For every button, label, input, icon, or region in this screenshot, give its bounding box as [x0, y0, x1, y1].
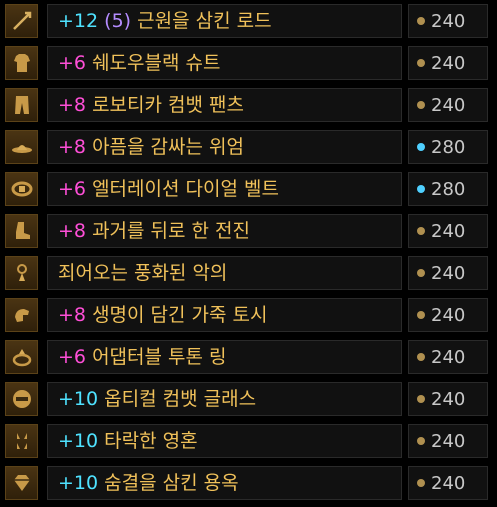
- level-cell: 240: [408, 256, 488, 290]
- earring-icon: [5, 256, 38, 290]
- equipment-row[interactable]: +6 엘터레이션 다이얼 벨트 280: [0, 168, 497, 210]
- item-name-cell[interactable]: +10 타락한 영혼: [47, 424, 402, 458]
- gem-necklace-icon: [5, 466, 38, 500]
- equipment-row[interactable]: +10 옵티컬 컴뱃 글래스 240: [0, 378, 497, 420]
- enhance-level: +6: [58, 346, 87, 368]
- level-dot-icon: [417, 479, 425, 487]
- item-level: 240: [431, 10, 466, 32]
- pants-icon: [5, 88, 38, 122]
- enhance-level: +8: [58, 94, 87, 116]
- enhance-level: +6: [58, 52, 87, 74]
- item-name-cell[interactable]: +8 로보티카 컴뱃 팬츠: [47, 88, 402, 122]
- item-name: 생명이 담긴 가죽 토시: [92, 304, 268, 326]
- item-name-cell[interactable]: +10 옵티컬 컴뱃 글래스: [47, 382, 402, 416]
- item-name-cell[interactable]: +12 (5) 근원을 삼킨 로드: [47, 4, 402, 38]
- slot-count: (5): [104, 10, 132, 32]
- item-name: 과거를 뒤로 한 전진: [92, 220, 251, 242]
- level-cell: 280: [408, 130, 488, 164]
- gloves-icon: [5, 298, 38, 332]
- soul-icon: [5, 424, 38, 458]
- item-level: 240: [431, 430, 466, 452]
- enhance-level: +8: [58, 220, 87, 242]
- level-dot-icon: [417, 311, 425, 319]
- equipment-row[interactable]: +6 어댑터블 투톤 링 240: [0, 336, 497, 378]
- item-name-cell[interactable]: +6 엘터레이션 다이얼 벨트: [47, 172, 402, 206]
- armor-icon: [5, 46, 38, 80]
- item-name: 어댑터블 투톤 링: [92, 346, 227, 368]
- item-level: 280: [431, 178, 466, 200]
- enhance-level: +8: [58, 136, 87, 158]
- item-level: 240: [431, 52, 466, 74]
- item-name-cell[interactable]: +10 숨결을 삼킨 용옥: [47, 466, 402, 500]
- item-name-cell[interactable]: 죄어오는 풍화된 악의: [47, 256, 402, 290]
- item-level: 240: [431, 472, 466, 494]
- equipment-row[interactable]: +8 아픔을 감싸는 위엄 280: [0, 126, 497, 168]
- level-cell: 240: [408, 4, 488, 38]
- item-name-cell[interactable]: +6 쉐도우블랙 슈트: [47, 46, 402, 80]
- item-name: 숨결을 삼킨 용옥: [104, 472, 239, 494]
- item-name-cell[interactable]: +8 생명이 담긴 가죽 토시: [47, 298, 402, 332]
- item-name: 아픔을 감싸는 위엄: [92, 136, 244, 158]
- item-name: 옵티컬 컴뱃 글래스: [104, 388, 257, 410]
- level-cell: 240: [408, 340, 488, 374]
- belt-icon: [5, 172, 38, 206]
- level-cell: 240: [408, 46, 488, 80]
- level-dot-icon: [417, 101, 425, 109]
- item-name: 근원을 삼킨 로드: [137, 10, 272, 32]
- item-name: 죄어오는 풍화된 악의: [58, 262, 228, 284]
- item-level: 240: [431, 304, 466, 326]
- boots-icon: [5, 214, 38, 248]
- item-name-cell[interactable]: +6 어댑터블 투톤 링: [47, 340, 402, 374]
- equipment-row[interactable]: +10 숨결을 삼킨 용옥 240: [0, 462, 497, 504]
- item-level: 240: [431, 388, 466, 410]
- equipment-row[interactable]: +10 타락한 영혼 240: [0, 420, 497, 462]
- level-dot-icon: [417, 353, 425, 361]
- item-name: 엘터레이션 다이얼 벨트: [92, 178, 279, 200]
- item-level: 280: [431, 136, 466, 158]
- enhance-level: +6: [58, 178, 87, 200]
- level-cell: 240: [408, 88, 488, 122]
- enhance-level: +10: [58, 472, 99, 494]
- equipment-row[interactable]: +8 생명이 담긴 가죽 토시 240: [0, 294, 497, 336]
- item-name: 타락한 영혼: [104, 430, 198, 452]
- item-level: 240: [431, 346, 466, 368]
- equipment-row[interactable]: +8 로보티카 컴뱃 팬츠 240: [0, 84, 497, 126]
- level-cell: 240: [408, 466, 488, 500]
- item-name-cell[interactable]: +8 아픔을 감싸는 위엄: [47, 130, 402, 164]
- enhance-level: +10: [58, 388, 99, 410]
- enhance-level: +12: [58, 10, 99, 32]
- item-level: 240: [431, 262, 466, 284]
- level-cell: 240: [408, 298, 488, 332]
- level-dot-icon: [417, 17, 425, 25]
- enhance-level: +8: [58, 304, 87, 326]
- item-name: 쉐도우블랙 슈트: [92, 52, 221, 74]
- item-name-cell[interactable]: +8 과거를 뒤로 한 전진: [47, 214, 402, 248]
- level-dot-icon: [417, 185, 425, 193]
- item-level: 240: [431, 94, 466, 116]
- level-cell: 240: [408, 424, 488, 458]
- level-cell: 240: [408, 214, 488, 248]
- equipment-row[interactable]: +8 과거를 뒤로 한 전진 240: [0, 210, 497, 252]
- item-name: 로보티카 컴뱃 팬츠: [92, 94, 244, 116]
- level-cell: 240: [408, 382, 488, 416]
- level-dot-icon: [417, 227, 425, 235]
- equipment-list: +12 (5) 근원을 삼킨 로드 240 +6 쉐도우블랙 슈트 240 +8 로보티…: [0, 0, 497, 507]
- ring-icon: [5, 340, 38, 374]
- weapon-rod-icon: [5, 4, 38, 38]
- level-dot-icon: [417, 269, 425, 277]
- level-dot-icon: [417, 437, 425, 445]
- item-level: 240: [431, 220, 466, 242]
- level-dot-icon: [417, 143, 425, 151]
- level-cell: 280: [408, 172, 488, 206]
- equipment-row[interactable]: +6 쉐도우블랙 슈트 240: [0, 42, 497, 84]
- enhance-level: +10: [58, 430, 99, 452]
- hat-icon: [5, 130, 38, 164]
- equipment-row[interactable]: +12 (5) 근원을 삼킨 로드 240: [0, 0, 497, 42]
- level-dot-icon: [417, 395, 425, 403]
- glasses-icon: [5, 382, 38, 416]
- level-dot-icon: [417, 59, 425, 67]
- equipment-row[interactable]: 죄어오는 풍화된 악의 240: [0, 252, 497, 294]
